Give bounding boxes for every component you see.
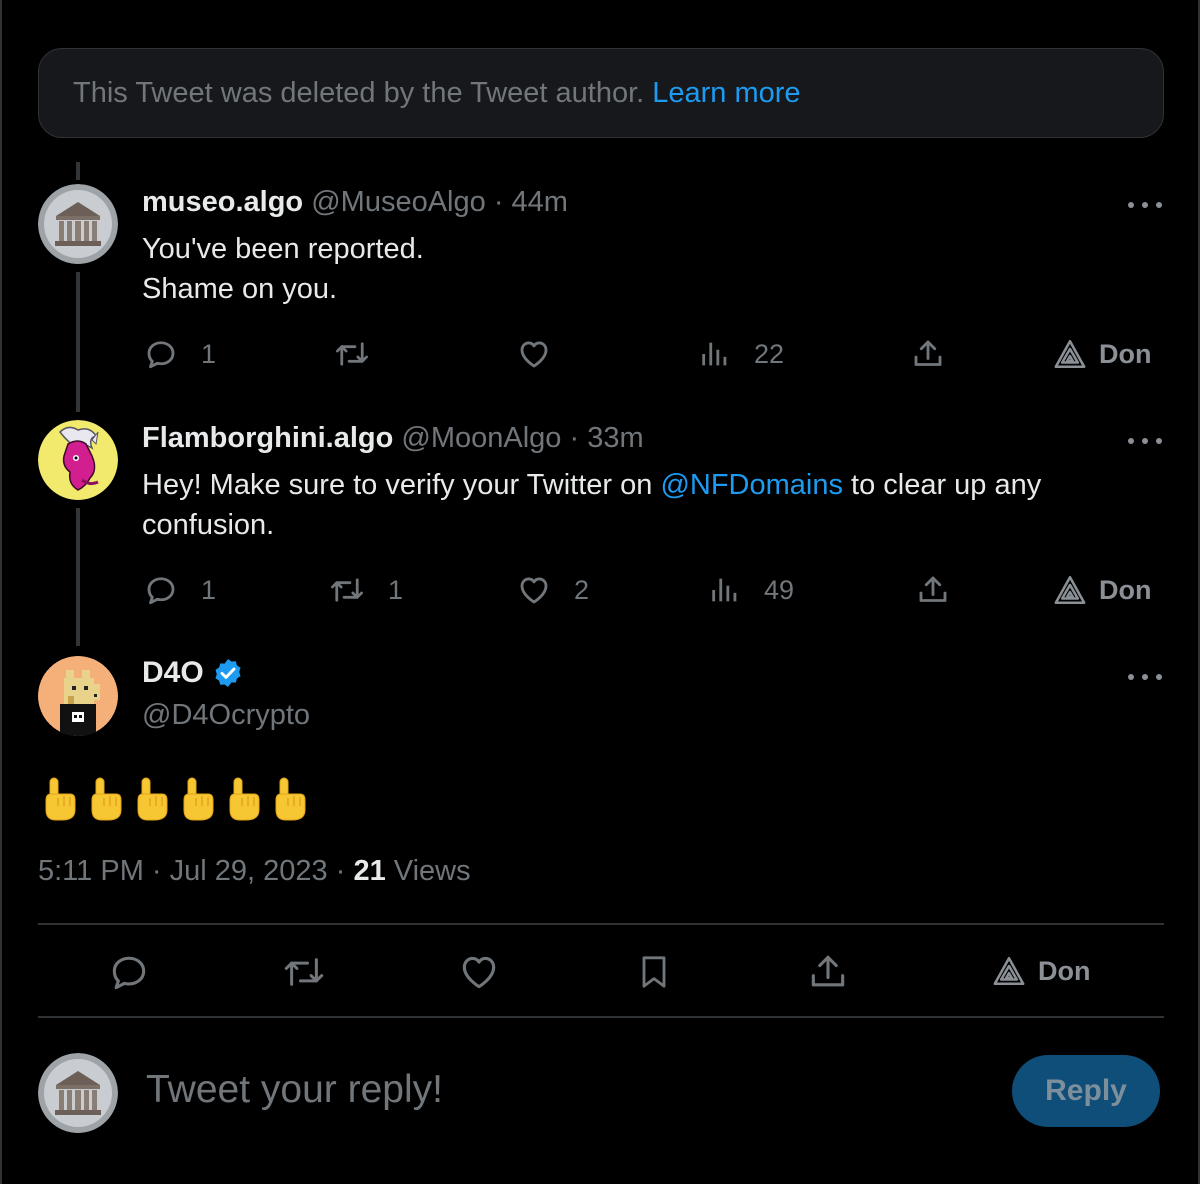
views-count: 22: [754, 338, 785, 369]
reply-count: 1: [201, 338, 217, 369]
don-button[interactable]: Don: [1053, 574, 1151, 606]
views-label: Views: [393, 855, 471, 887]
reply-submit-button[interactable]: Reply: [1012, 1055, 1160, 1127]
share-button[interactable]: [806, 950, 850, 994]
tweet-text-segment: to clear up any: [842, 469, 1042, 501]
avatar-d4o[interactable]: [38, 656, 118, 736]
tweet-header: museo.algo @MuseoAlgo · 44m: [142, 186, 568, 219]
tweet-emojis: [40, 776, 308, 822]
like-button[interactable]: [516, 336, 552, 372]
like-button[interactable]: [457, 950, 501, 994]
like-icon: [462, 956, 496, 989]
tweet-time[interactable]: 5:11 PM: [38, 855, 144, 887]
share-button[interactable]: [910, 336, 946, 372]
retweet-button[interactable]: 1: [328, 572, 403, 608]
don-icon: [1054, 339, 1086, 369]
bookmark-icon: [642, 956, 666, 988]
reply-icon: [147, 577, 175, 605]
thread-line: [76, 272, 80, 412]
pointing-up-emoji: [275, 777, 306, 821]
tweet-time[interactable]: 44m: [512, 186, 568, 218]
author-handle[interactable]: @MuseoAlgo: [311, 186, 486, 218]
retweet-icon: [330, 578, 364, 602]
views-count: 21: [353, 855, 386, 887]
learn-more-link[interactable]: Learn more: [652, 77, 800, 110]
tweet-date[interactable]: Jul 29, 2023: [170, 855, 328, 887]
retweet-icon: [335, 342, 369, 366]
deleted-notice-text: This Tweet was deleted by the Tweet auth…: [73, 76, 645, 109]
reply-input[interactable]: Tweet your reply!: [146, 1068, 443, 1112]
separator: ·: [335, 855, 346, 887]
author-handle[interactable]: @D4Ocrypto: [142, 699, 310, 732]
deleted-tweet-notice: This Tweet was deleted by the Tweet auth…: [38, 48, 1164, 138]
don-label: Don: [1099, 338, 1152, 369]
don-button[interactable]: Don: [992, 955, 1090, 987]
views-icon: [702, 342, 727, 366]
don-icon: [993, 956, 1025, 986]
tweet-text-line: Shame on you.: [142, 273, 338, 305]
views-count: 49: [764, 574, 795, 605]
like-icon: [520, 577, 548, 604]
pointing-up-emoji: [183, 777, 214, 821]
author-name[interactable]: D4O: [142, 656, 204, 690]
reply-button[interactable]: 1: [143, 572, 216, 608]
share-icon: [919, 576, 947, 602]
bookmark-button[interactable]: [634, 950, 674, 994]
don-icon: [1054, 575, 1086, 605]
more-icon[interactable]: [1128, 435, 1162, 447]
tweet-text: Hey! Make sure to verify your Twitter on…: [142, 465, 1041, 545]
separator: ·: [493, 186, 504, 218]
thread-line: [76, 508, 80, 646]
more-icon[interactable]: [1128, 671, 1162, 683]
pointing-up-emoji: [229, 777, 260, 821]
pointing-up-emoji: [45, 777, 76, 821]
share-button[interactable]: [915, 572, 951, 608]
like-button[interactable]: 2: [516, 572, 589, 608]
avatar-museo[interactable]: [38, 184, 118, 264]
separator: ·: [569, 422, 580, 454]
divider: [38, 923, 1164, 925]
views-button[interactable]: 49: [708, 572, 794, 608]
tweet-text-segment: Hey! Make sure to verify your Twitter on: [142, 469, 661, 501]
share-icon: [811, 955, 845, 987]
mention-link[interactable]: @NFDomains: [660, 469, 843, 501]
author-handle[interactable]: @MoonAlgo: [401, 422, 561, 454]
don-button[interactable]: Don: [1053, 338, 1151, 370]
reply-button[interactable]: [107, 950, 151, 994]
pointing-up-emoji: [137, 777, 168, 821]
divider: [38, 1016, 1164, 1018]
avatar-current-user[interactable]: [38, 1053, 118, 1133]
don-label: Don: [1099, 574, 1152, 605]
retweet-icon: [284, 958, 324, 986]
main-author-name-row: D4O: [142, 656, 244, 690]
avatar-flamborghini[interactable]: [38, 420, 118, 500]
tweet-text: You've been reported. Shame on you.: [142, 229, 424, 309]
reply-icon: [147, 341, 175, 369]
like-count: 2: [574, 574, 590, 605]
author-name[interactable]: Flamborghini.algo: [142, 422, 393, 454]
tweet-time[interactable]: 33m: [587, 422, 643, 454]
tweet-timestamp: 5:11 PM · Jul 29, 2023 · 21 Views: [38, 855, 471, 888]
reply-count: 1: [201, 574, 217, 605]
share-icon: [914, 340, 942, 366]
reply-icon: [112, 956, 146, 990]
more-icon[interactable]: [1128, 199, 1162, 211]
separator: ·: [151, 855, 162, 887]
reply-button[interactable]: 1: [143, 336, 216, 372]
tweet-text-line: You've been reported.: [142, 233, 424, 265]
author-name[interactable]: museo.algo: [142, 186, 303, 218]
verified-icon: [215, 659, 241, 687]
views-button[interactable]: 22: [698, 336, 784, 372]
retweet-button[interactable]: [333, 336, 371, 372]
pointing-up-emoji: [91, 777, 122, 821]
retweet-button[interactable]: [281, 950, 327, 994]
retweet-count: 1: [388, 574, 404, 605]
tweet-header: Flamborghini.algo @MoonAlgo · 33m: [142, 422, 644, 455]
views-icon: [712, 578, 737, 602]
like-icon: [520, 341, 548, 368]
don-label: Don: [1038, 955, 1091, 986]
tweet-text-line: confusion.: [142, 509, 275, 541]
thread-line: [76, 162, 80, 180]
